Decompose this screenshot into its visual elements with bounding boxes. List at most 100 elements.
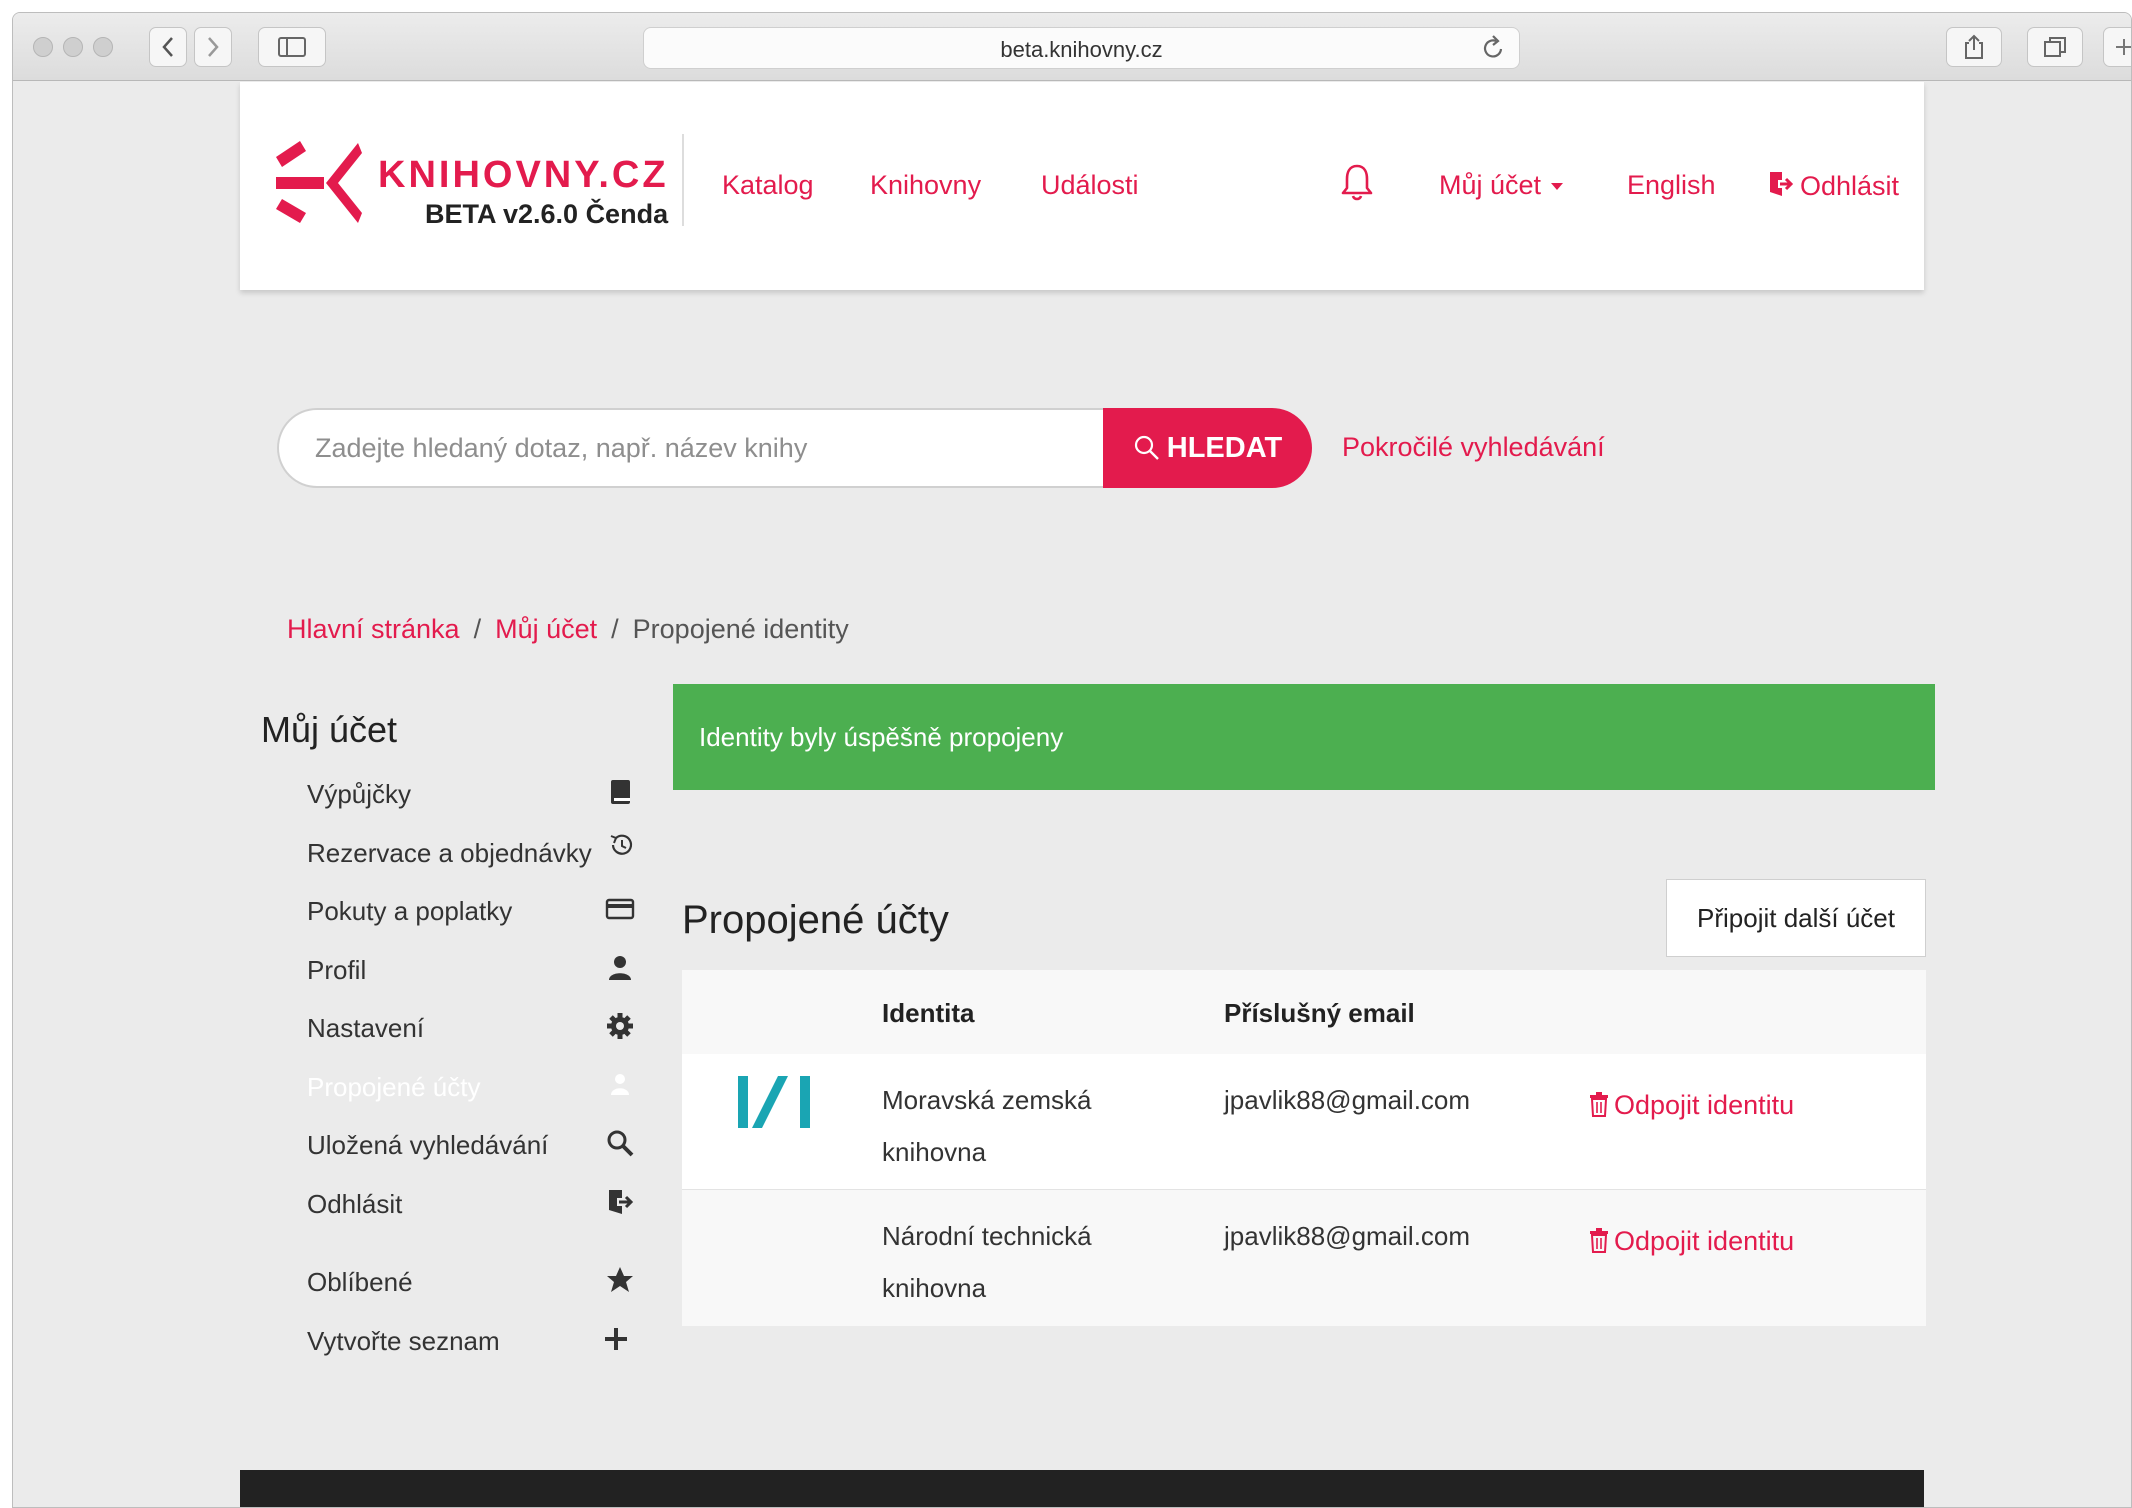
sidebar-item-odhlasit[interactable]: Odhlásit [307, 1183, 647, 1223]
unlink-identity-button[interactable]: Odpojit identitu [1588, 1090, 1794, 1121]
table-header: Identita Příslušný email [682, 970, 1926, 1054]
site-header: KNIHOVNY.CZ BETA v2.6.0 Čenda Katalog Kn… [240, 82, 1924, 290]
identity-name: Moravská zemská knihovna [882, 1074, 1092, 1178]
unlink-label: Odpojit identitu [1614, 1226, 1795, 1256]
sidebar-item-label: Nastavení [307, 1013, 425, 1043]
sidebar-item-ulozena-vyhledavani[interactable]: Uložená vyhledávání [307, 1124, 647, 1164]
nav-knihovny[interactable]: Knihovny [870, 170, 981, 201]
advanced-search-link[interactable]: Pokročilé vyhledávání [1342, 432, 1605, 463]
column-email: Příslušný email [1224, 998, 1415, 1028]
bell-icon[interactable] [1339, 162, 1375, 202]
web-page: KNIHOVNY.CZ BETA v2.6.0 Čenda Katalog Kn… [13, 82, 2131, 1507]
book-icon [611, 780, 630, 804]
breadcrumb: Hlavní stránka / Můj účet / Propojené identi… [287, 614, 849, 645]
logout-icon [1770, 172, 1794, 196]
forward-button[interactable] [194, 27, 232, 67]
success-alert: Identity byly úspěšně propojeny [673, 684, 1935, 790]
alert-message: Identity byly úspěšně propojeny [699, 722, 1064, 752]
sidebar-item-label: Vytvořte seznam [307, 1326, 500, 1356]
credit-card-icon [605, 898, 635, 920]
share-button[interactable] [1946, 27, 2002, 67]
sidebar-item-label: Odhlásit [307, 1189, 403, 1219]
identity-name-line: knihovna [882, 1137, 987, 1167]
table-row: Moravská zemská knihovna jpavlik88@gmail… [682, 1054, 1926, 1190]
chevron-left-icon [162, 37, 173, 57]
url-text: beta.knihovny.cz [1000, 37, 1163, 62]
header-divider [682, 134, 684, 226]
knihovny-logo-icon[interactable] [276, 137, 362, 227]
identity-name: Národní technická knihovna [882, 1210, 1092, 1314]
identity-email: jpavlik88@gmail.com [1224, 1085, 1471, 1115]
sidebar-item-label: Výpůjčky [307, 779, 412, 809]
search-button[interactable]: HLEDAT [1103, 408, 1312, 488]
back-button[interactable] [149, 27, 187, 67]
identity-name-line: Národní technická [882, 1221, 1092, 1251]
sidebar-icon [278, 37, 306, 57]
browser-toolbar: beta.knihovny.cz [13, 13, 2131, 81]
search-bar: HLEDAT [277, 408, 1312, 488]
close-window-button[interactable] [33, 37, 53, 57]
sidebar-item-vytvorte-seznam[interactable]: Vytvořte seznam [307, 1320, 647, 1360]
connect-account-button[interactable]: Připojit další účet [1666, 879, 1926, 957]
sidebar-item-pokuty[interactable]: Pokuty a poplatky [307, 890, 647, 930]
share-icon [1965, 34, 1983, 59]
sidebar-item-rezervace[interactable]: Rezervace a objednávky [307, 832, 647, 872]
sidebar-item-label: Propojené účty [307, 1072, 481, 1102]
user-icon [609, 956, 631, 980]
nav-katalog[interactable]: Katalog [722, 170, 814, 201]
identity-name-line: knihovna [882, 1273, 987, 1303]
caret-down-icon [1551, 183, 1564, 191]
gear-icon [607, 1013, 633, 1039]
mzk-logo-icon [738, 1076, 810, 1128]
sidebar-item-label: Profil [307, 955, 367, 985]
plus-icon [605, 1328, 627, 1350]
sidebar-item-vypujcky[interactable]: Výpůjčky [307, 773, 647, 813]
identity-name-line: Moravská zemská [882, 1085, 1092, 1115]
breadcrumb-current: Propojené identity [632, 614, 849, 644]
language-switch[interactable]: English [1627, 170, 1716, 201]
logout-link[interactable]: Odhlásit [1768, 170, 1899, 202]
search-button-label: HLEDAT [1166, 431, 1283, 464]
logout-label: Odhlásit [1800, 171, 1900, 201]
sidebar-item-label: Oblíbené [307, 1267, 413, 1297]
sidebar-item-label: Rezervace a objednávky [307, 838, 592, 868]
table-row: Národní technická knihovna jpavlik88@gma… [682, 1190, 1926, 1326]
browser-window: beta.knihovny.cz KNIHOVNY.CZ BETA v2.6.0… [12, 12, 2132, 1508]
linked-users-icon [611, 1074, 629, 1095]
account-menu-label: Můj účet [1439, 170, 1542, 200]
tabs-overview-button[interactable] [2027, 27, 2083, 67]
address-bar[interactable]: beta.knihovny.cz [643, 27, 1520, 69]
search-icon [1134, 435, 1159, 460]
identity-email: jpavlik88@gmail.com [1224, 1221, 1471, 1251]
logout-icon [609, 1190, 634, 1214]
trash-icon [1590, 1092, 1608, 1117]
sidebar-item-propojene-ucty[interactable]: Propojené účty [307, 1066, 647, 1106]
breadcrumb-home[interactable]: Hlavní stránka [287, 614, 460, 644]
site-footer [240, 1470, 1924, 1507]
breadcrumb-account[interactable]: Můj účet [495, 614, 597, 644]
history-icon [610, 834, 633, 855]
unlink-label: Odpojit identitu [1614, 1090, 1795, 1120]
account-menu[interactable]: Můj účet [1439, 170, 1564, 201]
nav-udalosti[interactable]: Události [1041, 170, 1139, 201]
sidebar-item-oblibene[interactable]: Oblíbené [307, 1261, 647, 1301]
logo-version: BETA v2.6.0 Čenda [425, 199, 669, 229]
sidebar-item-nastaveni[interactable]: Nastavení [307, 1007, 647, 1047]
sidebar-item-label: Pokuty a poplatky [307, 896, 513, 926]
minimize-window-button[interactable] [63, 37, 83, 57]
chevron-right-icon [208, 37, 219, 57]
reload-icon[interactable] [1481, 33, 1505, 68]
sidebar-item-profil[interactable]: Profil [307, 949, 647, 989]
unlink-identity-button[interactable]: Odpojit identitu [1588, 1226, 1794, 1257]
search-input[interactable] [277, 408, 1107, 488]
search-icon [607, 1130, 634, 1157]
new-tab-button[interactable] [2103, 27, 2131, 67]
breadcrumb-separator: / [473, 614, 482, 644]
plus-icon [2115, 39, 2131, 55]
sidebar-title: Můj účet [261, 709, 398, 750]
column-identity: Identita [882, 998, 975, 1028]
sidebar-item-label: Uložená vyhledávání [307, 1130, 549, 1160]
zoom-window-button[interactable] [93, 37, 113, 57]
logo-text[interactable]: KNIHOVNY.CZ [378, 154, 669, 197]
sidebar-toggle-button[interactable] [258, 27, 326, 67]
